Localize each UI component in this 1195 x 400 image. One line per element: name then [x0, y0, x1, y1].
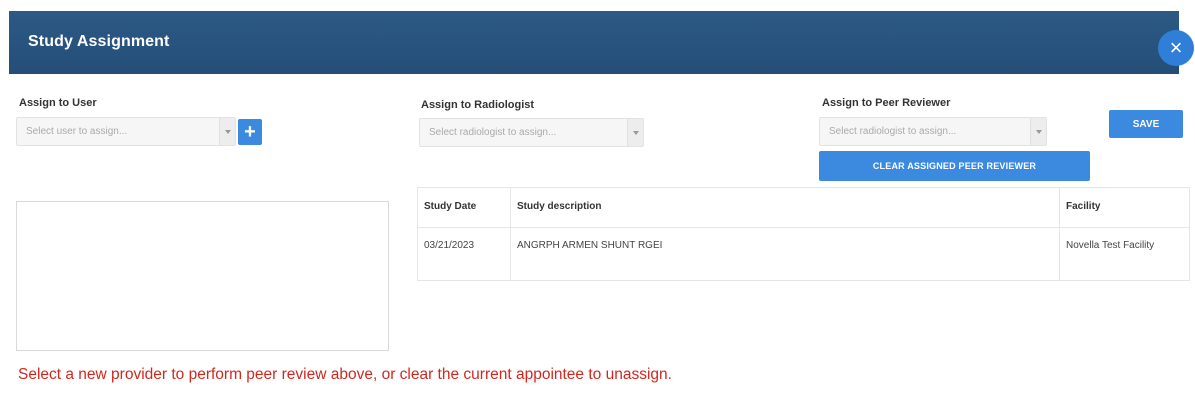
cell-study-description: ANGRPH ARMEN SHUNT RGEI [510, 227, 1060, 281]
column-header-study-description: Study description [510, 187, 1060, 228]
column-header-facility: Facility [1059, 187, 1190, 228]
add-user-button[interactable]: + [238, 119, 262, 145]
study-assignment-dialog: Study Assignment × Assign to User Select… [0, 0, 1195, 400]
save-button[interactable]: SAVE [1109, 110, 1183, 138]
dialog-title: Study Assignment [28, 33, 170, 50]
assign-user-label: Assign to User [19, 97, 97, 109]
assign-radiologist-select[interactable]: Select radiologist to assign... [419, 118, 644, 147]
assign-peer-label: Assign to Peer Reviewer [822, 97, 951, 109]
cell-study-date: 03/21/2023 [417, 227, 511, 281]
notes-box[interactable] [16, 201, 389, 351]
plus-icon: + [244, 120, 256, 143]
instruction-message: Select a new provider to perform peer re… [18, 366, 672, 383]
dialog-header: Study Assignment [9, 11, 1179, 74]
chevron-down-icon [219, 118, 235, 145]
assign-radiologist-label: Assign to Radiologist [421, 99, 535, 111]
assign-user-placeholder: Select user to assign... [26, 126, 128, 137]
assign-peer-placeholder: Select radiologist to assign... [829, 126, 957, 137]
assign-radiologist-placeholder: Select radiologist to assign... [429, 127, 557, 138]
assign-user-select[interactable]: Select user to assign... [16, 117, 236, 146]
column-header-study-date: Study Date [417, 187, 511, 228]
cell-facility: Novella Test Facility [1059, 227, 1190, 281]
close-button[interactable]: × [1158, 30, 1194, 66]
table-header-row: Study Date Study description Facility [417, 187, 1190, 228]
studies-table: Study Date Study description Facility 03… [417, 187, 1190, 281]
chevron-down-icon [1030, 118, 1046, 145]
table-row[interactable]: 03/21/2023 ANGRPH ARMEN SHUNT RGEI Novel… [417, 227, 1190, 281]
clear-peer-reviewer-button[interactable]: CLEAR ASSIGNED PEER REVIEWER [819, 151, 1090, 181]
assign-peer-select[interactable]: Select radiologist to assign... [819, 117, 1047, 146]
chevron-down-icon [627, 119, 643, 146]
close-icon: × [1169, 35, 1183, 60]
